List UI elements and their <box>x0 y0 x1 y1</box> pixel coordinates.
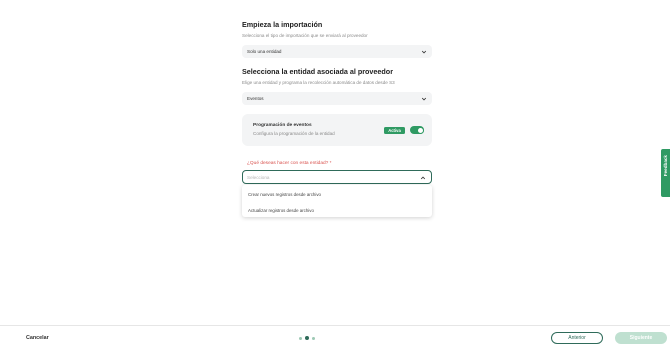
schedule-subtitle: Configura la programación de la entidad <box>253 131 335 136</box>
schedule-toggle[interactable] <box>410 126 424 134</box>
toggle-knob <box>416 126 424 134</box>
import-type-select[interactable]: Solo una entidad <box>242 45 432 58</box>
entity-value: Eventos <box>247 96 264 101</box>
wizard-footer: Cancelar Anterior Siguiente <box>0 325 670 348</box>
entity-subtitle: Elige una entidad y programa la recolecc… <box>242 80 395 85</box>
step-dot <box>312 336 315 340</box>
action-select[interactable]: Selecciona <box>242 170 432 184</box>
chevron-down-icon <box>421 50 427 53</box>
import-type-value: Solo una entidad <box>247 49 282 54</box>
option-create-records[interactable]: Crear nuevos registros desde archivo <box>248 192 321 197</box>
feedback-tab[interactable]: Feedback <box>661 149 670 197</box>
cancel-button[interactable]: Cancelar <box>26 335 49 341</box>
option-update-records[interactable]: Actualizar registros desde archivo <box>248 208 314 213</box>
status-badge: Activa <box>384 127 405 134</box>
step-dot-active <box>305 336 309 340</box>
step-dot <box>299 336 302 340</box>
action-select-placeholder: Selecciona <box>247 175 270 180</box>
next-button[interactable]: Siguiente <box>615 332 667 344</box>
chevron-up-icon <box>420 176 426 179</box>
previous-button[interactable]: Anterior <box>551 332 603 344</box>
feedback-label: Feedback <box>662 155 668 177</box>
entity-title: Selecciona la entidad asociada al provee… <box>242 67 393 76</box>
import-subtitle: Selecciona el tipo de importación que se… <box>242 33 368 38</box>
import-title: Empieza la importación <box>242 20 323 29</box>
action-question-label: ¿Qué deseas hacer con esta entidad? * <box>247 161 332 166</box>
schedule-title: Programación de eventos <box>253 123 312 128</box>
action-dropdown-menu: Crear nuevos registros desde archivo Act… <box>242 185 432 217</box>
chevron-down-icon <box>421 97 427 100</box>
entity-select[interactable]: Eventos <box>242 92 432 105</box>
step-indicator <box>299 336 319 340</box>
